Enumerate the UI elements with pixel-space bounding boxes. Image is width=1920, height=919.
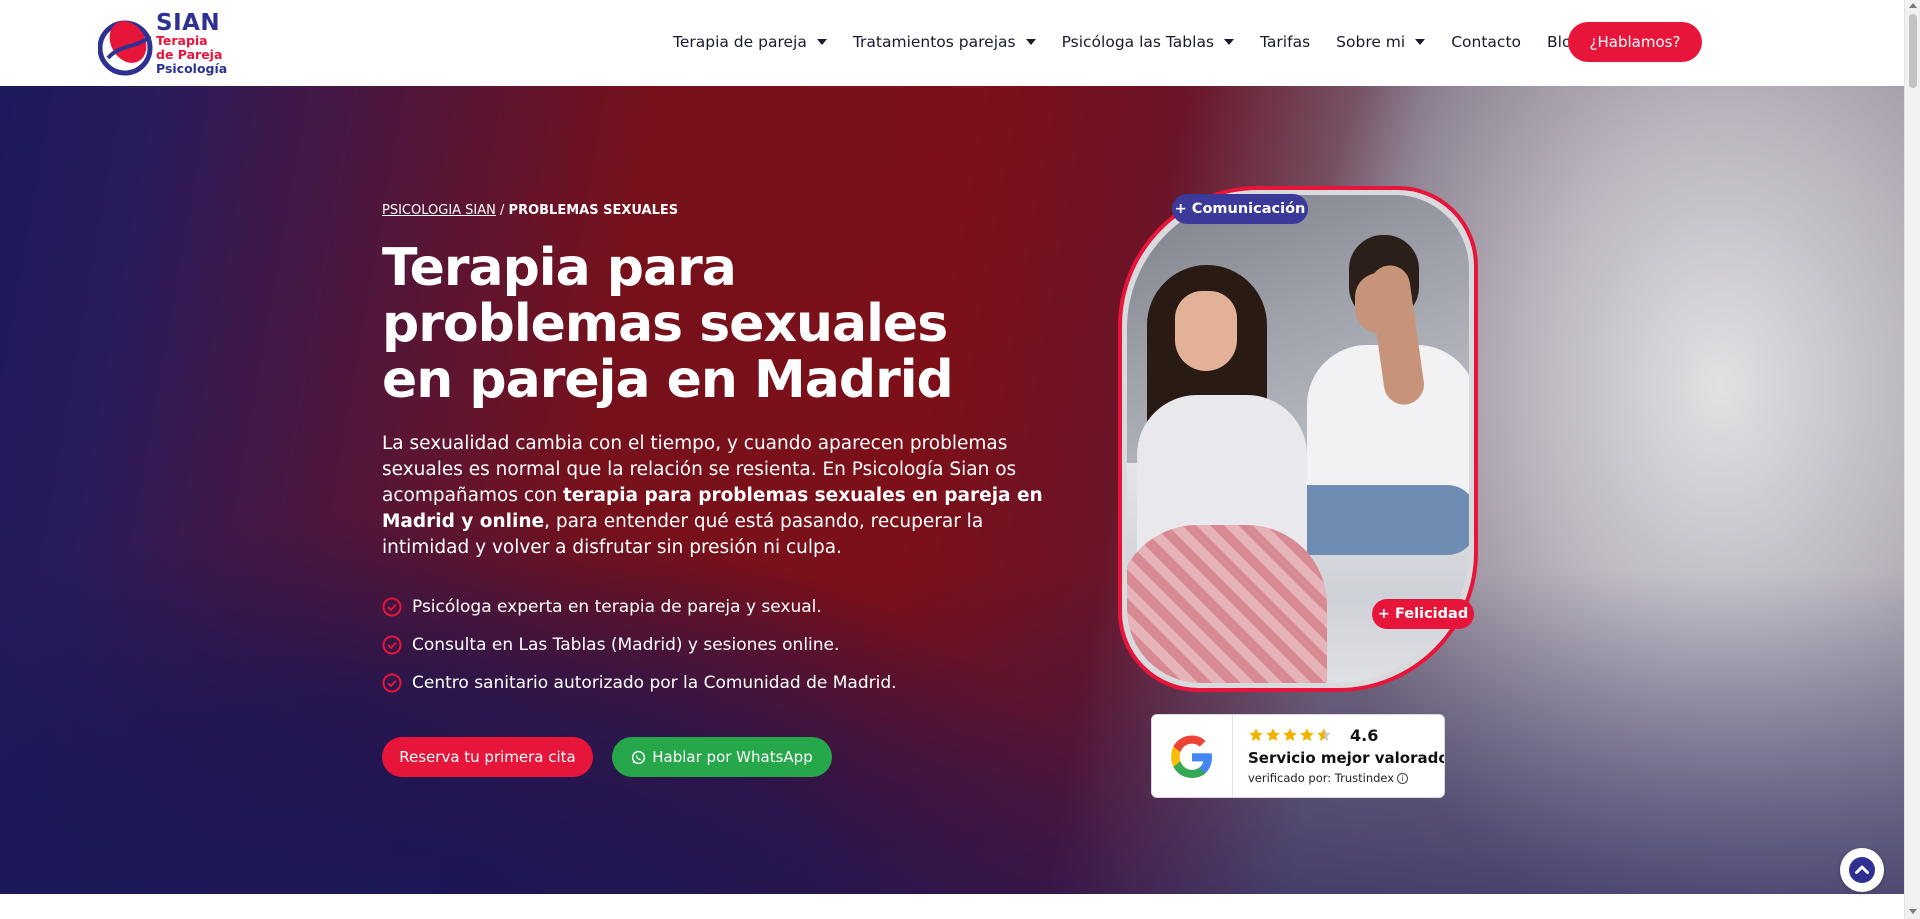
check-circle-icon <box>382 673 402 693</box>
list-item-text: Psicóloga experta en terapia de pareja y… <box>412 597 822 617</box>
nav-item-terapia-de-pareja[interactable]: Terapia de pareja <box>673 33 827 51</box>
breadcrumb-current: PROBLEMAS SEXUALES <box>508 203 679 218</box>
info-icon[interactable]: i <box>1397 772 1409 784</box>
breadcrumb-separator: / <box>495 203 509 218</box>
star-icon <box>1283 728 1297 741</box>
hablamos-button[interactable]: ¿Hablamos? <box>1568 22 1702 62</box>
scroll-up-arrow-icon[interactable] <box>1909 3 1917 8</box>
caret-down-icon <box>1224 39 1235 45</box>
caret-down-icon <box>1415 39 1426 45</box>
review-verified: verificado por: Trustindex i <box>1248 771 1409 785</box>
list-item: Psicóloga experta en terapia de pareja y… <box>382 588 897 626</box>
main-nav: Terapia de pareja Tratamientos parejas P… <box>673 30 1607 54</box>
nav-item-psicologa-las-tablas[interactable]: Psicóloga las Tablas <box>1061 33 1235 51</box>
book-appointment-button[interactable]: Reserva tu primera cita <box>382 737 593 777</box>
review-verified-text: verificado por: Trustindex <box>1248 771 1395 785</box>
page-scrollbar[interactable] <box>1904 0 1920 919</box>
half-star-icon <box>1317 728 1331 741</box>
nav-item-label: Tarifas <box>1260 33 1311 51</box>
nav-item-contacto[interactable]: Contacto <box>1451 33 1521 51</box>
check-circle-icon <box>382 597 402 617</box>
breadcrumb: PSICOLOGIA SIAN / PROBLEMAS SEXUALES <box>382 203 678 218</box>
list-item-text: Consulta en Las Tablas (Madrid) y sesion… <box>412 635 840 655</box>
logo-line-2: de Pareja <box>156 47 223 62</box>
nav-item-tarifas[interactable]: Tarifas <box>1260 33 1310 51</box>
list-item: Consulta en Las Tablas (Madrid) y sesion… <box>382 626 897 664</box>
whatsapp-button-label: Hablar por WhatsApp <box>652 748 813 766</box>
review-title: Servicio mejor valorado <box>1248 749 1445 767</box>
tag-felicidad: + Felicidad <box>1372 599 1474 629</box>
nav-item-sobre-mi[interactable]: Sobre mi <box>1336 33 1426 51</box>
site-logo[interactable]: SIAN Terapia de Pareja Psicología <box>98 10 248 76</box>
photo-woman-legs <box>1127 525 1327 683</box>
whatsapp-button[interactable]: Hablar por WhatsApp <box>612 737 832 777</box>
star-icon <box>1266 728 1280 741</box>
nav-item-label: Tratamientos parejas <box>852 33 1016 51</box>
google-review-badge[interactable]: 4.6 Servicio mejor valorado verificado p… <box>1151 714 1445 798</box>
benefits-list: Psicóloga experta en terapia de pareja y… <box>382 588 897 702</box>
logo-line-3: Psicología <box>156 61 228 76</box>
google-g-icon <box>1171 735 1212 778</box>
hero-intro-text: La sexualidad cambia con el tiempo, y cu… <box>382 431 1064 561</box>
nav-item-label: Psicóloga las Tablas <box>1061 33 1215 51</box>
google-logo <box>1152 715 1233 797</box>
caret-down-icon <box>816 39 827 45</box>
caret-down-icon <box>1025 39 1036 45</box>
logo-line-1: Terapia <box>156 33 208 48</box>
page-title: Terapia para problemas sexuales en parej… <box>382 238 954 410</box>
breadcrumb-home-link[interactable]: PSICOLOGIA SIAN <box>382 203 496 218</box>
nav-item-label: Sobre mi <box>1336 33 1406 51</box>
rating-score: 4.6 <box>1350 726 1379 745</box>
rating-stars <box>1248 727 1333 743</box>
nav-item-label: Terapia de pareja <box>673 33 807 51</box>
check-circle-icon <box>382 635 402 655</box>
chevron-up-icon <box>1849 857 1875 883</box>
whatsapp-icon <box>632 750 646 764</box>
site-header: SIAN Terapia de Pareja Psicología Terapi… <box>0 0 1904 86</box>
photo-woman-face <box>1175 291 1237 371</box>
scrollbar-thumb[interactable] <box>1909 14 1917 88</box>
list-item-text: Centro sanitario autorizado por la Comun… <box>412 673 897 693</box>
nav-item-label: Contacto <box>1451 33 1522 51</box>
star-icon <box>1300 728 1314 741</box>
star-icon <box>1249 728 1263 741</box>
scroll-down-arrow-icon[interactable] <box>1909 909 1917 914</box>
list-item: Centro sanitario autorizado por la Comun… <box>382 664 897 702</box>
logo-mark-icon <box>98 20 153 76</box>
tag-comunicacion: + Comunicación <box>1172 194 1308 224</box>
back-to-top-button[interactable] <box>1840 848 1884 892</box>
nav-item-tratamientos-parejas[interactable]: Tratamientos parejas <box>853 33 1036 51</box>
